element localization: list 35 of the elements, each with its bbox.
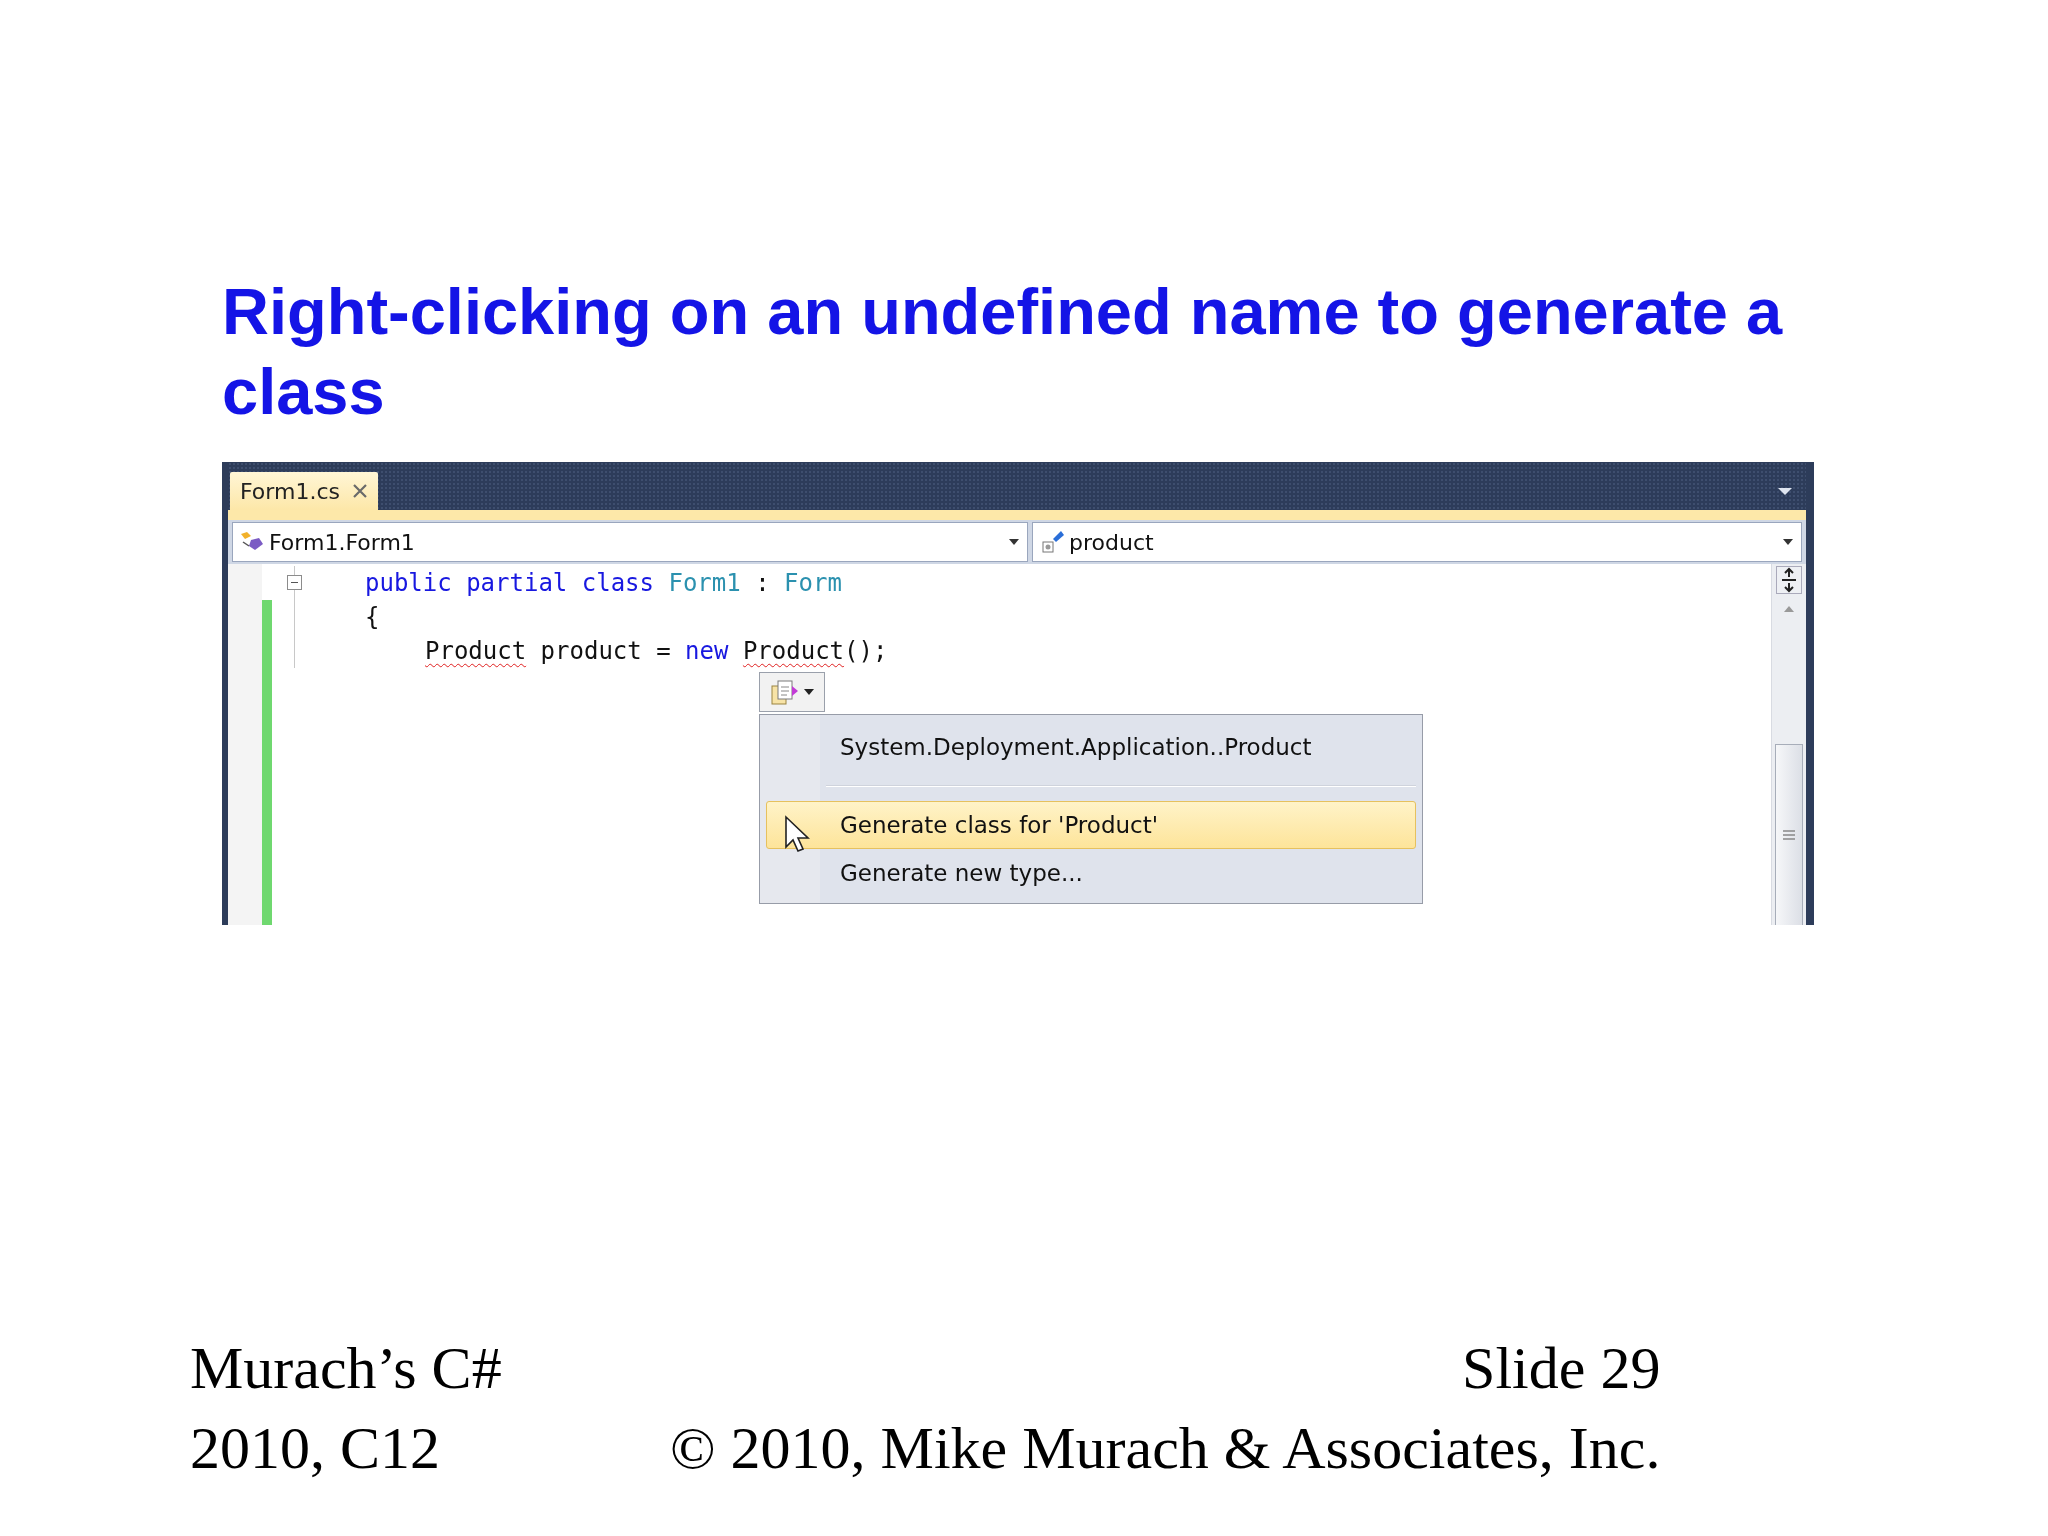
scroll-up-icon[interactable] (1784, 606, 1794, 612)
close-icon[interactable] (351, 483, 368, 499)
field-icon (1039, 529, 1065, 555)
code-token: Form1 (668, 568, 741, 599)
dropdown-arrow-icon (1009, 539, 1019, 545)
code-token: Form (784, 568, 842, 599)
code-token: (); (844, 636, 888, 667)
scrollbar[interactable] (1771, 564, 1806, 925)
slide-number: Slide 29 (1462, 1334, 1661, 1403)
course-label: Murach’s C# 2010, C12 (190, 1334, 503, 1483)
code-token: Product (425, 636, 527, 667)
smart-tag-button[interactable] (759, 672, 825, 712)
editor-tab[interactable]: Form1.cs (230, 472, 378, 510)
code-token: Product (742, 636, 845, 667)
code-token: { (365, 602, 380, 633)
scroll-thumb[interactable] (1775, 744, 1803, 925)
code-token: : (754, 568, 771, 599)
menu-item[interactable]: Generate class for 'Product' (766, 801, 1416, 849)
splitter-icon[interactable] (1776, 566, 1802, 594)
copyright-text: © 2010, Mike Murach & Associates, Inc. (670, 1414, 1661, 1483)
code-token: product = (539, 636, 672, 667)
dropdown-arrow-icon (1783, 539, 1793, 545)
menu-item[interactable]: System.Deployment.Application..Product (766, 723, 1416, 771)
code-token: public partial class (365, 568, 655, 599)
mouse-pointer-icon (784, 815, 810, 853)
menu-item[interactable]: Generate new type... (766, 849, 1416, 897)
dropdown-arrow-icon[interactable] (1778, 488, 1792, 496)
code-token: new (685, 636, 730, 667)
type-dropdown[interactable]: Form1.Form1 (232, 522, 1028, 562)
grip-icon (1783, 830, 1795, 840)
caret-icon (804, 689, 814, 695)
collapse-icon[interactable] (287, 575, 302, 590)
slide-title: Right-clicking on an undefined name to generate a class (222, 274, 1784, 430)
member-dropdown[interactable]: product (1032, 522, 1802, 562)
document-icon (770, 678, 800, 706)
